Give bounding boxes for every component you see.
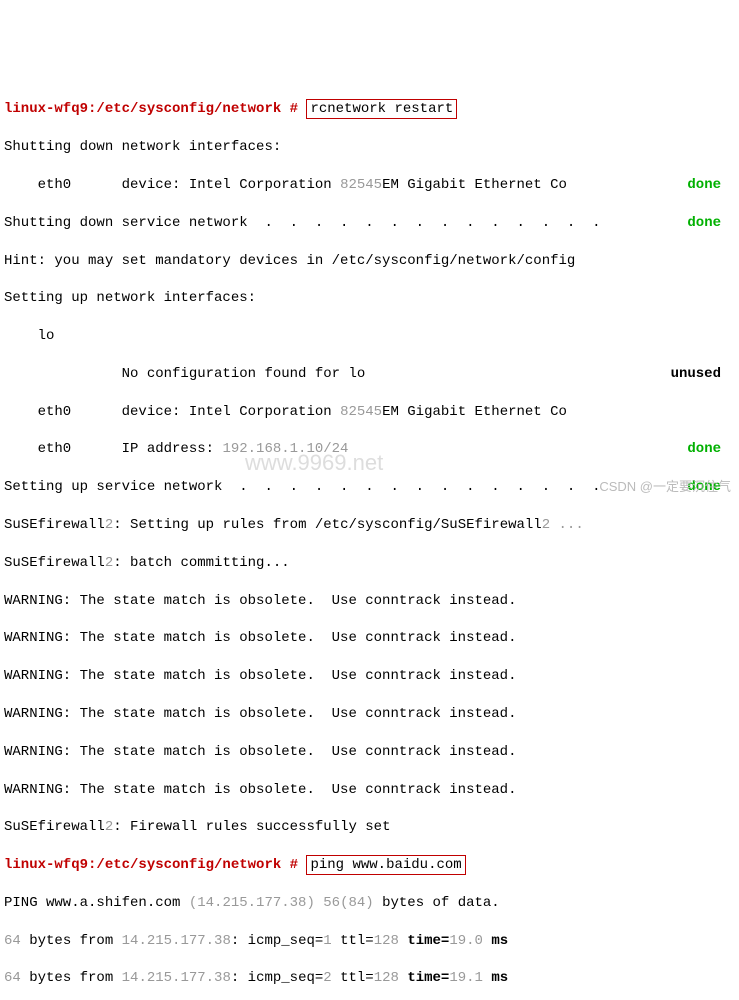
command-rcnetwork: rcnetwork restart <box>306 99 457 119</box>
output-line: eth0 IP address: 192.168.1.10/24done <box>4 440 735 459</box>
shell-prompt: linux-wfq9:/etc/sysconfig/network # <box>4 857 306 873</box>
terminal-output: linux-wfq9:/etc/sysconfig/network # rcne… <box>4 82 735 1000</box>
output-line: eth0 device: Intel Corporation 82545EM G… <box>4 403 735 422</box>
output-line: Hint: you may set mandatory devices in /… <box>4 252 735 271</box>
output-line: Setting up network interfaces: <box>4 289 735 308</box>
warning-line: WARNING: The state match is obsolete. Us… <box>4 629 735 648</box>
status-done: done <box>687 440 721 459</box>
output-line: SuSEfirewall2: batch committing... <box>4 554 735 573</box>
output-line: Shutting down network interfaces: <box>4 138 735 157</box>
warning-line: WARNING: The state match is obsolete. Us… <box>4 781 735 800</box>
cmd-line-2: linux-wfq9:/etc/sysconfig/network # ping… <box>4 856 735 875</box>
ping-reply: 64 bytes from 14.215.177.38: icmp_seq=1 … <box>4 932 735 951</box>
command-ping: ping www.baidu.com <box>306 855 465 875</box>
shell-prompt: linux-wfq9:/etc/sysconfig/network # <box>4 101 306 117</box>
output-line: Shutting down service network . . . . . … <box>4 214 735 233</box>
output-line: SuSEfirewall2: Firewall rules successful… <box>4 818 735 837</box>
status-unused: unused <box>671 365 721 384</box>
warning-line: WARNING: The state match is obsolete. Us… <box>4 743 735 762</box>
cmd-line-1: linux-wfq9:/etc/sysconfig/network # rcne… <box>4 100 735 119</box>
status-done: done <box>687 214 721 233</box>
watermark-csdn: CSDN @一定要沉住气 <box>599 478 731 496</box>
warning-line: WARNING: The state match is obsolete. Us… <box>4 705 735 724</box>
ping-header: PING www.a.shifen.com (14.215.177.38) 56… <box>4 894 735 913</box>
output-line: eth0 device: Intel Corporation 82545EM G… <box>4 176 735 195</box>
output-line: lo <box>4 327 735 346</box>
output-line: SuSEfirewall2: Setting up rules from /et… <box>4 516 735 535</box>
output-line: No configuration found for lounused <box>4 365 735 384</box>
warning-line: WARNING: The state match is obsolete. Us… <box>4 667 735 686</box>
ping-reply: 64 bytes from 14.215.177.38: icmp_seq=2 … <box>4 969 735 988</box>
warning-line: WARNING: The state match is obsolete. Us… <box>4 592 735 611</box>
status-done: done <box>687 176 721 195</box>
